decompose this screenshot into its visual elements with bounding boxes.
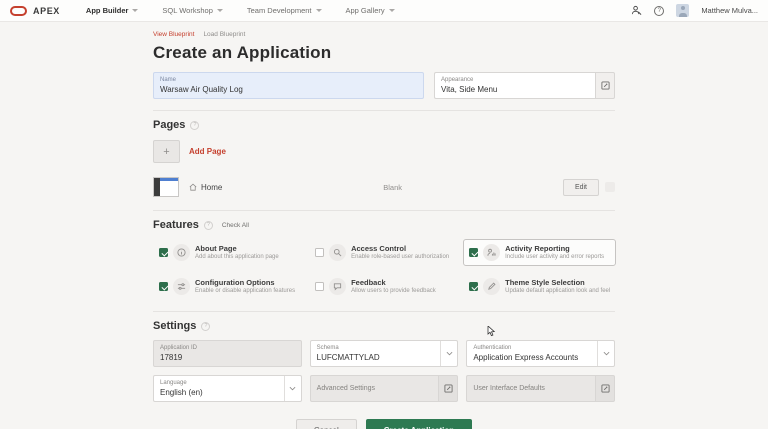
blueprint-links: View Blueprint Load Blueprint bbox=[153, 22, 615, 38]
feedback-icon bbox=[333, 283, 342, 291]
authentication-chevron-icon[interactable] bbox=[597, 341, 614, 366]
feature-access-control: Access Control Enable role-based user au… bbox=[309, 239, 455, 266]
avatar[interactable] bbox=[676, 4, 690, 17]
edit-page-button[interactable]: Edit bbox=[562, 178, 599, 196]
configuration-icon bbox=[177, 283, 186, 290]
appearance-value: Vita, Side Menu bbox=[441, 85, 498, 94]
top-navigation-bar: APEX App Builder SQL Workshop Team Devel… bbox=[0, 0, 768, 22]
add-page-label[interactable]: Add Page bbox=[189, 147, 226, 156]
configuration-options-checkbox[interactable] bbox=[159, 282, 168, 291]
name-field[interactable]: Name Warsaw Air Quality Log bbox=[153, 72, 425, 99]
feature-configuration-options: Configuration Options Enable or disable … bbox=[153, 273, 301, 300]
feature-about-page: About Page Add about this application pa… bbox=[153, 239, 301, 266]
appearance-field[interactable]: Appearance Vita, Side Menu bbox=[434, 72, 595, 99]
features-grid: About Page Add about this application pa… bbox=[153, 239, 617, 300]
divider bbox=[153, 210, 615, 211]
language-select[interactable]: Language English (en) bbox=[153, 375, 302, 402]
settings-help-icon[interactable]: ? bbox=[201, 321, 211, 331]
name-label: Name bbox=[160, 77, 177, 83]
language-chevron-icon[interactable] bbox=[283, 376, 301, 401]
divider bbox=[153, 110, 615, 111]
about-icon bbox=[177, 248, 186, 257]
page-name[interactable]: Home bbox=[201, 183, 222, 192]
feedback-checkbox[interactable] bbox=[315, 282, 325, 291]
page-type: Blank bbox=[383, 182, 403, 192]
application-id-field: Application ID 17819 bbox=[153, 340, 302, 367]
divider bbox=[153, 311, 615, 312]
schema-select[interactable]: Schema LUFCMATTYLAD bbox=[309, 340, 459, 367]
edit-dialog-icon bbox=[444, 384, 453, 393]
chevron-down-icon bbox=[132, 9, 139, 12]
menu-app-gallery[interactable]: App Gallery bbox=[346, 6, 395, 15]
access-control-icon bbox=[334, 248, 342, 257]
create-application-button[interactable]: Create Application bbox=[365, 419, 473, 429]
page-thumbnail bbox=[153, 177, 179, 197]
load-blueprint-link[interactable]: Load Blueprint bbox=[203, 31, 245, 38]
settings-heading: Settings bbox=[153, 320, 197, 332]
about-page-checkbox[interactable] bbox=[159, 248, 168, 257]
menu-team-development[interactable]: Team Development bbox=[247, 6, 322, 15]
add-page-button[interactable]: + bbox=[153, 140, 180, 163]
feature-theme-style-selection: Theme Style Selection Update default app… bbox=[463, 273, 616, 300]
access-control-checkbox[interactable] bbox=[315, 248, 325, 257]
username[interactable]: Matthew Mulva... bbox=[701, 6, 758, 15]
authentication-select[interactable]: Authentication Application Express Accou… bbox=[466, 340, 615, 367]
chevron-down-icon bbox=[216, 9, 223, 12]
cancel-button[interactable]: Cancel bbox=[295, 419, 357, 429]
appearance-edit-button[interactable] bbox=[595, 72, 615, 99]
schema-chevron-icon[interactable] bbox=[440, 341, 457, 366]
plus-icon: + bbox=[163, 145, 170, 158]
theme-style-checkbox[interactable] bbox=[469, 282, 479, 291]
chevron-down-icon bbox=[315, 9, 322, 12]
activity-reporting-checkbox[interactable] bbox=[469, 248, 479, 257]
menu-sql-workshop[interactable]: SQL Workshop bbox=[162, 6, 223, 15]
help-icon[interactable]: ? bbox=[654, 5, 665, 16]
advanced-settings-edit-button[interactable] bbox=[438, 375, 459, 402]
home-icon bbox=[189, 183, 197, 191]
chevron-down-icon bbox=[388, 9, 395, 12]
feature-activity-reporting: Activity Reporting Include user activity… bbox=[463, 239, 617, 266]
advanced-settings-field: Advanced Settings bbox=[309, 375, 439, 402]
settings-grid: Application ID 17819 Schema LUFCMATTYLAD… bbox=[153, 340, 615, 402]
pages-heading: Pages bbox=[153, 119, 186, 131]
theme-style-icon bbox=[488, 282, 496, 290]
features-heading: Features bbox=[153, 219, 199, 231]
edit-dialog-icon bbox=[600, 384, 610, 393]
activity-reporting-icon bbox=[487, 248, 496, 256]
ui-defaults-field: User Interface Defaults bbox=[466, 375, 595, 402]
ui-defaults-edit-button[interactable] bbox=[595, 375, 615, 402]
edit-dialog-icon bbox=[600, 81, 610, 90]
page-row-home: Home Blank Edit bbox=[153, 175, 615, 199]
pages-help-icon[interactable]: ? bbox=[190, 120, 200, 130]
apex-brand: APEX bbox=[33, 5, 60, 16]
name-value[interactable]: Warsaw Air Quality Log bbox=[160, 84, 417, 95]
view-blueprint-link[interactable]: View Blueprint bbox=[153, 31, 194, 38]
page-title: Create an Application bbox=[153, 43, 332, 62]
features-help-icon[interactable]: ? bbox=[203, 220, 213, 230]
feature-feedback: Feedback Allow users to provide feedback bbox=[309, 273, 455, 300]
menu-app-builder[interactable]: App Builder bbox=[86, 6, 139, 15]
appearance-label: Appearance bbox=[441, 77, 474, 83]
check-all-link[interactable]: Check All bbox=[222, 222, 249, 229]
delete-page-icon-disabled bbox=[605, 182, 615, 192]
oracle-logo-icon bbox=[10, 5, 27, 16]
admin-user-icon[interactable] bbox=[631, 5, 642, 16]
